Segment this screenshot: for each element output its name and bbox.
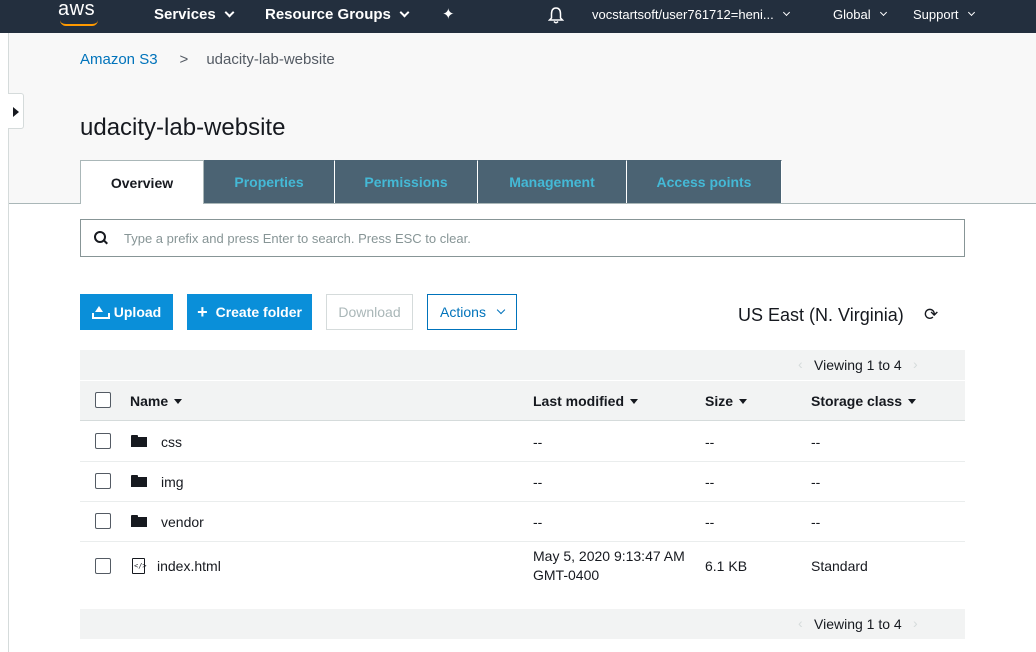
pagination-text: Viewing 1 to 4 [814,616,902,632]
page-title: udacity-lab-website [80,114,286,141]
sort-icon [739,398,748,404]
table-row[interactable]: img -- -- -- [80,462,965,502]
prev-page-icon[interactable]: ‹ [798,615,803,631]
column-size-label: Size [705,393,734,409]
column-size[interactable]: Size [705,393,748,409]
object-name-link[interactable]: index.html [157,558,221,574]
resource-groups-menu[interactable]: Resource Groups [265,6,410,23]
chevron-down-icon [399,7,410,18]
table-row[interactable]: </> index.html May 5, 2020 9:13:47 AM GM… [80,542,965,592]
tab-overview[interactable]: Overview [80,160,204,204]
folder-icon [131,435,147,447]
upload-icon [91,305,110,319]
aws-logo-smile [60,20,98,26]
last-modified-cell: -- [533,474,543,490]
chevron-down-icon [224,7,235,18]
size-cell: 6.1 KB [705,558,748,574]
last-modified-timezone: GMT-0400 [533,567,600,583]
sort-icon [174,398,183,404]
size-cell: -- [705,514,715,530]
search-input[interactable] [124,230,924,246]
html-file-icon: </> [132,558,147,574]
sort-icon [908,398,917,404]
storage-class-cell: Standard [811,558,868,574]
folder-icon [131,515,147,527]
row-checkbox[interactable] [95,558,111,574]
tab-management[interactable]: Management [478,160,627,203]
pagination-bottom: ‹ Viewing 1 to 4 › [80,609,965,639]
actions-label: Actions [440,304,486,320]
tab-permissions[interactable]: Permissions [335,160,478,203]
chevron-down-icon [879,8,887,17]
caret-right-icon [13,107,19,117]
next-page-icon[interactable]: › [913,356,918,372]
column-last-modified-label: Last modified [533,393,625,409]
tab-bar: Overview Properties Permissions Manageme… [80,160,782,204]
size-cell: -- [705,474,715,490]
row-checkbox[interactable] [95,433,111,449]
column-last-modified[interactable]: Last modified [533,393,639,409]
region-label: Global [833,7,871,22]
select-all-checkbox[interactable] [95,392,111,408]
breadcrumb-current: udacity-lab-website [206,51,335,68]
plus-icon: + [197,302,208,322]
sort-icon [630,398,639,404]
column-name[interactable]: Name [130,393,183,409]
pin-icon[interactable]: ✦ [442,5,455,23]
last-modified-cell: -- [533,514,543,530]
storage-class-cell: -- [811,474,821,490]
support-menu[interactable]: Support [913,7,975,22]
table-row[interactable]: vendor -- -- -- [80,502,965,542]
folder-icon [131,475,147,487]
services-menu[interactable]: Services [154,6,235,23]
object-name-link[interactable]: css [161,434,182,450]
breadcrumb: Amazon S3 > udacity-lab-website [80,51,335,68]
column-storage-class-label: Storage class [811,393,903,409]
pagination-top: ‹ Viewing 1 to 4 › [80,350,965,380]
chevron-down-icon [967,8,975,17]
aws-logo[interactable]: aws [58,0,95,21]
row-checkbox[interactable] [95,513,111,529]
prev-page-icon[interactable]: ‹ [798,356,803,372]
object-name-link[interactable]: img [161,474,184,490]
create-folder-label: Create folder [215,304,302,320]
row-checkbox[interactable] [95,473,111,489]
chevron-down-icon [496,305,506,315]
next-page-icon[interactable]: › [913,615,918,631]
storage-class-cell: -- [811,434,821,450]
breadcrumb-separator: > [179,51,189,68]
create-folder-button[interactable]: + Create folder [187,294,312,330]
last-modified-cell: -- [533,434,543,450]
bell-icon[interactable] [547,6,565,24]
top-navigation-bar: aws Services Resource Groups ✦ vocstarts… [0,0,1036,33]
refresh-icon[interactable]: ⟳ [924,306,940,323]
object-name-link[interactable]: vendor [161,514,204,530]
column-name-label: Name [130,393,169,409]
upload-label: Upload [113,304,162,320]
region-indicator: US East (N. Virginia) [738,305,904,325]
sidebar-expand-button[interactable] [8,93,24,129]
table-row[interactable]: css -- -- -- [80,421,965,462]
pagination-text: Viewing 1 to 4 [814,357,902,373]
download-button[interactable]: Download [326,294,413,330]
actions-dropdown[interactable]: Actions [427,294,517,330]
resource-groups-label: Resource Groups [265,6,391,23]
search-icon [94,231,108,245]
account-menu[interactable]: vocstartsoft/user761712=heni... [592,7,790,22]
table-header: Name Last modified Size Storage class [80,381,965,421]
support-label: Support [913,7,959,22]
breadcrumb-amazon-s3[interactable]: Amazon S3 [80,51,158,68]
services-label: Services [154,6,216,23]
upload-button[interactable]: Upload [80,294,173,330]
chevron-down-icon [782,8,790,17]
tab-properties[interactable]: Properties [204,160,335,203]
storage-class-cell: -- [811,514,821,530]
tab-access-points[interactable]: Access points [627,160,782,203]
size-cell: -- [705,434,715,450]
search-box [80,219,965,257]
column-storage-class[interactable]: Storage class [811,393,917,409]
region-menu[interactable]: Global [833,7,887,22]
account-label: vocstartsoft/user761712=heni... [592,7,774,22]
last-modified-cell: May 5, 2020 9:13:47 AM [533,548,685,564]
